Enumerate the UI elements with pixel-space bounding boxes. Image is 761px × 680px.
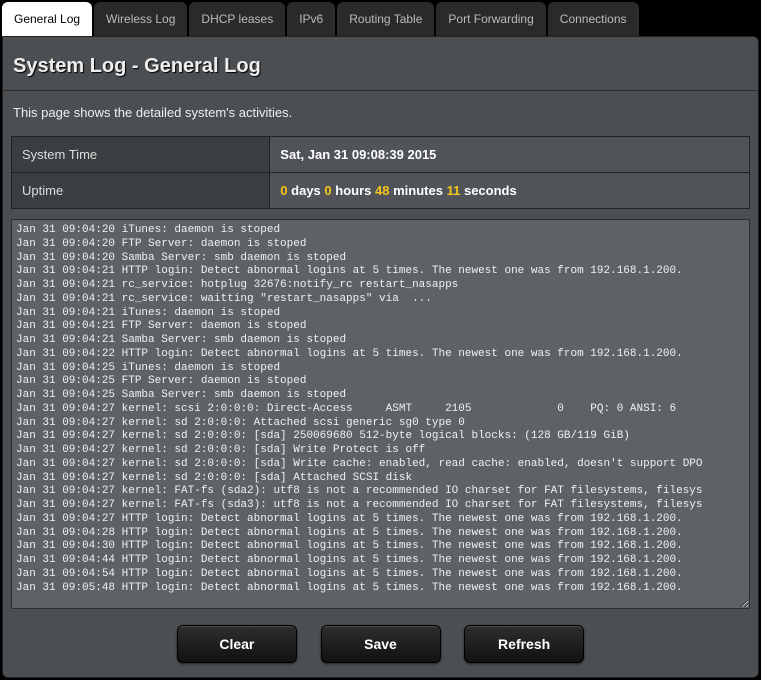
tab-general-log[interactable]: General Log: [2, 2, 92, 36]
uptime-hours: 0: [324, 183, 331, 198]
system-time-label: System Time: [12, 137, 270, 173]
tab-port-forwarding[interactable]: Port Forwarding: [436, 2, 545, 36]
tab-bar: General Log Wireless Log DHCP leases IPv…: [0, 0, 761, 36]
info-table: System Time Sat, Jan 31 09:08:39 2015 Up…: [11, 136, 750, 209]
tab-dhcp-leases[interactable]: DHCP leases: [189, 2, 285, 36]
uptime-days-word: days: [291, 183, 321, 198]
uptime-minutes-word: minutes: [393, 183, 443, 198]
main-panel: System Log - General Log This page shows…: [2, 36, 759, 678]
uptime-label: Uptime: [12, 173, 270, 209]
tab-wireless-log[interactable]: Wireless Log: [94, 2, 187, 36]
uptime-minutes: 48: [375, 183, 389, 198]
tab-routing-table[interactable]: Routing Table: [337, 2, 434, 36]
tab-connections[interactable]: Connections: [548, 2, 639, 36]
system-time-value: Sat, Jan 31 09:08:39 2015: [270, 137, 750, 173]
refresh-button[interactable]: Refresh: [464, 625, 584, 663]
uptime-value: 0 days 0 hours 48 minutes 11 seconds: [270, 173, 750, 209]
clear-button[interactable]: Clear: [177, 625, 297, 663]
log-textarea[interactable]: Jan 31 09:04:20 iTunes: daemon is stoped…: [11, 219, 750, 609]
page-description: This page shows the detailed system's ac…: [3, 91, 758, 136]
uptime-seconds: 11: [447, 183, 461, 198]
uptime-hours-word: hours: [335, 183, 371, 198]
tab-ipv6[interactable]: IPv6: [287, 2, 335, 36]
uptime-seconds-word: seconds: [464, 183, 517, 198]
button-row: Clear Save Refresh: [3, 617, 758, 667]
page-title: System Log - General Log: [3, 37, 758, 91]
uptime-days: 0: [280, 183, 287, 198]
save-button[interactable]: Save: [321, 625, 441, 663]
